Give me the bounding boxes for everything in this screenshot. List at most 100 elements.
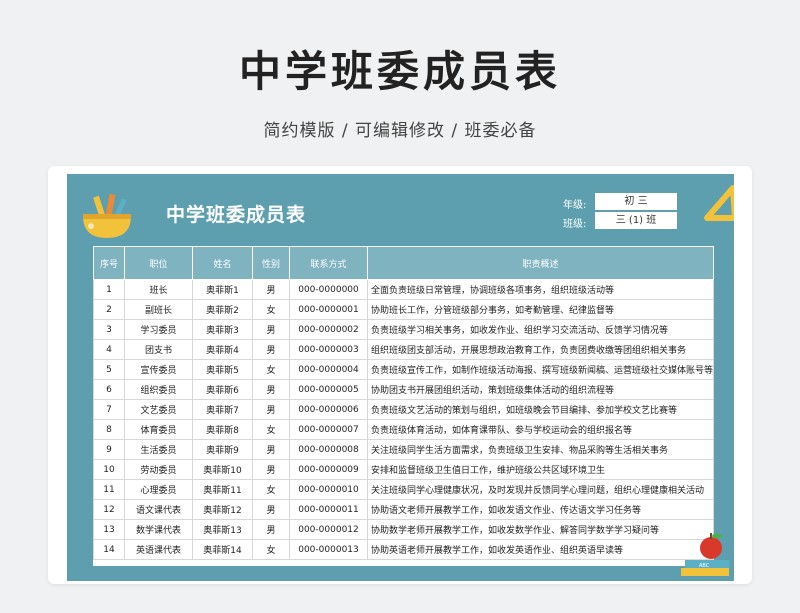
cell-position[interactable]: 宣传委员 [124, 359, 193, 380]
cell-contact[interactable]: 000-0000006 [289, 399, 368, 420]
cell-contact[interactable]: 000-0000007 [289, 419, 368, 440]
cell-contact[interactable]: 000-0000008 [289, 439, 368, 460]
cell-name[interactable]: 奥菲斯2 [192, 299, 253, 320]
cell-duties[interactable]: 负责班级宣传工作，如制作班级活动海报、撰写班级新闻稿、运营班级社交媒体账号等 [367, 359, 714, 380]
cell-gender[interactable]: 女 [252, 419, 290, 440]
cell-contact[interactable]: 000-0000004 [289, 359, 368, 380]
cell-index[interactable]: 10 [93, 459, 125, 480]
cell-contact[interactable]: 000-0000013 [289, 539, 368, 560]
cell-duties[interactable]: 协助英语老师开展教学工作，如收发英语作业、组织英语早读等 [367, 539, 714, 560]
cell-duties[interactable]: 协助团支书开展团组织活动，策划班级集体活动的组织流程等 [367, 379, 714, 400]
cell-index[interactable]: 13 [93, 519, 125, 540]
cell-name[interactable]: 奥菲斯9 [192, 439, 253, 460]
cell-contact[interactable]: 000-0000005 [289, 379, 368, 400]
cell-index[interactable]: 3 [93, 319, 125, 340]
cell-name[interactable]: 奥菲斯6 [192, 379, 253, 400]
cell-duties[interactable]: 协助数学老师开展教学工作，如收发数学作业、解答同学数学学习疑问等 [367, 519, 714, 540]
cell-index[interactable]: 8 [93, 419, 125, 440]
cell-contact[interactable]: 000-0000012 [289, 519, 368, 540]
cell-index[interactable]: 9 [93, 439, 125, 460]
cell-name[interactable]: 奥菲斯3 [192, 319, 253, 340]
cell-contact[interactable]: 000-0000002 [289, 319, 368, 340]
table-row[interactable]: 13 数学课代表 奥菲斯13 男 000-0000012 协助数学老师开展教学工作，如收发… [93, 519, 714, 540]
cell-gender[interactable]: 男 [252, 519, 290, 540]
cell-position[interactable]: 英语课代表 [124, 539, 193, 560]
cell-name[interactable]: 奥菲斯4 [192, 339, 253, 360]
cell-gender[interactable]: 男 [252, 459, 290, 480]
cell-contact[interactable]: 000-0000011 [289, 499, 368, 520]
cell-name[interactable]: 奥菲斯13 [192, 519, 253, 540]
cell-gender[interactable]: 女 [252, 479, 290, 500]
cell-name[interactable]: 奥菲斯12 [192, 499, 253, 520]
cell-duties[interactable]: 组织班级团支部活动，开展思想政治教育工作，负责团费收缴等团组织相关事务 [367, 339, 714, 360]
cell-gender[interactable]: 女 [252, 359, 290, 380]
cell-position[interactable]: 班长 [124, 279, 193, 300]
table-row[interactable]: 8 体育委员 奥菲斯8 女 000-0000007 负责班级体育活动，如体育课带队、参与学… [93, 419, 714, 440]
cell-name[interactable]: 奥菲斯8 [192, 419, 253, 440]
cell-position[interactable]: 组织委员 [124, 379, 193, 400]
cell-name[interactable]: 奥菲斯10 [192, 459, 253, 480]
cell-position[interactable]: 劳动委员 [124, 459, 193, 480]
cell-index[interactable]: 1 [93, 279, 125, 300]
cell-duties[interactable]: 协助班长工作，分管班级部分事务，如考勤管理、纪律监督等 [367, 299, 714, 320]
cell-duties[interactable]: 关注班级同学心理健康状况，及时发现并反馈同学心理问题，组织心理健康相关活动 [367, 479, 714, 500]
cell-duties[interactable]: 协助语文老师开展教学工作，如收发语文作业、传达语文学习任务等 [367, 499, 714, 520]
cell-duties[interactable]: 安排和监督班级卫生值日工作，维护班级公共区域环境卫生 [367, 459, 714, 480]
table-row[interactable]: 11 心理委员 奥菲斯11 女 000-0000010 关注班级同学心理健康状况，及时发现… [93, 479, 714, 500]
table-row[interactable]: 9 生活委员 奥菲斯9 男 000-0000008 关注班级同学生活方面需求，负责班级卫生… [93, 439, 714, 460]
cell-position[interactable]: 团支书 [124, 339, 193, 360]
cell-gender[interactable]: 男 [252, 399, 290, 420]
cell-name[interactable]: 奥菲斯7 [192, 399, 253, 420]
cell-index[interactable]: 12 [93, 499, 125, 520]
table-row[interactable]: 6 组织委员 奥菲斯6 男 000-0000005 协助团支书开展团组织活动，策划班级集体… [93, 379, 714, 400]
cell-index[interactable]: 4 [93, 339, 125, 360]
cell-index[interactable]: 5 [93, 359, 125, 380]
table-row[interactable]: 2 副班长 奥菲斯2 女 000-0000001 协助班长工作，分管班级部分事务，如考勤管… [93, 299, 714, 320]
cell-index[interactable]: 14 [93, 539, 125, 560]
cell-gender[interactable]: 女 [252, 299, 290, 320]
grade-value[interactable]: 初 三 [595, 193, 677, 210]
cell-gender[interactable]: 男 [252, 379, 290, 400]
cell-gender[interactable]: 男 [252, 439, 290, 460]
cell-duties[interactable]: 负责班级体育活动，如体育课带队、参与学校运动会的组织报名等 [367, 419, 714, 440]
cell-contact[interactable]: 000-0000003 [289, 339, 368, 360]
table-row[interactable]: 14 英语课代表 奥菲斯14 女 000-0000013 协助英语老师开展教学工作，如收发… [93, 539, 714, 560]
cell-name[interactable]: 奥菲斯1 [192, 279, 253, 300]
cell-index[interactable]: 2 [93, 299, 125, 320]
table-row[interactable]: 5 宣传委员 奥菲斯5 女 000-0000004 负责班级宣传工作，如制作班级活动海报、… [93, 359, 714, 380]
cell-position[interactable]: 体育委员 [124, 419, 193, 440]
table-row[interactable]: 4 团支书 奥菲斯4 男 000-0000003 组织班级团支部活动，开展思想政治教育工作… [93, 339, 714, 360]
cell-position[interactable]: 数学课代表 [124, 519, 193, 540]
cell-duties[interactable]: 关注班级同学生活方面需求，负责班级卫生安排、物品采购等生活相关事务 [367, 439, 714, 460]
cell-name[interactable]: 奥菲斯11 [192, 479, 253, 500]
table-row[interactable]: 1 班长 奥菲斯1 男 000-0000000 全面负责班级日常管理，协调班级各项事务，组… [93, 279, 714, 300]
cell-duties[interactable]: 负责班级学习相关事务，如收发作业、组织学习交流活动、反馈学习情况等 [367, 319, 714, 340]
cell-position[interactable]: 心理委员 [124, 479, 193, 500]
table-row[interactable]: 10 劳动委员 奥菲斯10 男 000-0000009 安排和监督班级卫生值日工作，维护班… [93, 459, 714, 480]
cell-position[interactable]: 学习委员 [124, 319, 193, 340]
cell-index[interactable]: 11 [93, 479, 125, 500]
cell-gender[interactable]: 男 [252, 499, 290, 520]
cell-position[interactable]: 文艺委员 [124, 399, 193, 420]
cell-contact[interactable]: 000-0000000 [289, 279, 368, 300]
cell-position[interactable]: 副班长 [124, 299, 193, 320]
cell-position[interactable]: 生活委员 [124, 439, 193, 460]
cell-index[interactable]: 7 [93, 399, 125, 420]
cell-name[interactable]: 奥菲斯14 [192, 539, 253, 560]
cell-gender[interactable]: 男 [252, 279, 290, 300]
table-row[interactable]: 7 文艺委员 奥菲斯7 男 000-0000006 负责班级文艺活动的策划与组织，如班级晚… [93, 399, 714, 420]
cell-contact[interactable]: 000-0000001 [289, 299, 368, 320]
cell-contact[interactable]: 000-0000009 [289, 459, 368, 480]
table-row[interactable]: 3 学习委员 奥菲斯3 男 000-0000002 负责班级学习相关事务，如收发作业、组织… [93, 319, 714, 340]
table-row[interactable]: 12 语文课代表 奥菲斯12 男 000-0000011 协助语文老师开展教学工作，如收发… [93, 499, 714, 520]
cell-name[interactable]: 奥菲斯5 [192, 359, 253, 380]
cell-contact[interactable]: 000-0000010 [289, 479, 368, 500]
cell-duties[interactable]: 负责班级文艺活动的策划与组织，如班级晚会节目编排、参加学校文艺比赛等 [367, 399, 714, 420]
class-value[interactable]: 三 (1) 班 [595, 212, 677, 229]
cell-gender[interactable]: 男 [252, 339, 290, 360]
cell-index[interactable]: 6 [93, 379, 125, 400]
cell-position[interactable]: 语文课代表 [124, 499, 193, 520]
cell-duties[interactable]: 全面负责班级日常管理，协调班级各项事务，组织班级活动等 [367, 279, 714, 300]
cell-gender[interactable]: 男 [252, 319, 290, 340]
cell-gender[interactable]: 女 [252, 539, 290, 560]
